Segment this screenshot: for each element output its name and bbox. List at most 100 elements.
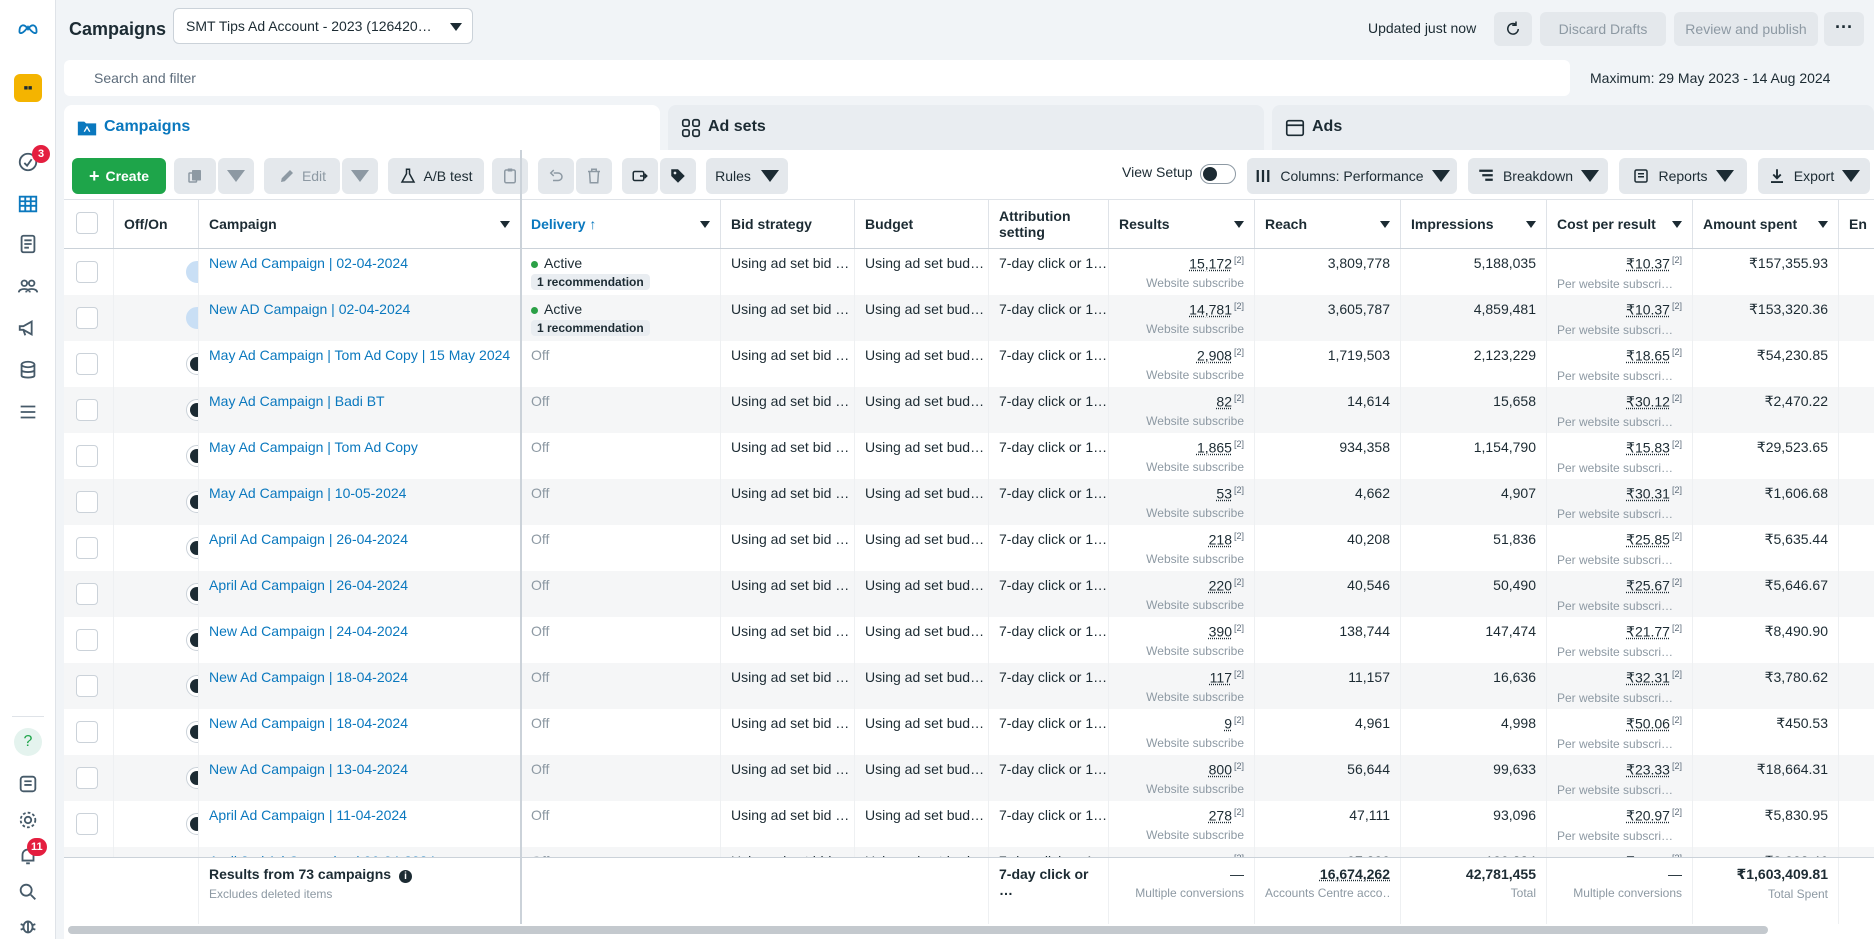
table-row[interactable]: April Ad Campaign | 11-04-2024 Off Using a… <box>64 801 1874 847</box>
table-row[interactable]: New AD Campaign | 02-04-2024 Active 1 reco… <box>64 295 1874 341</box>
results-value[interactable]: 218 <box>1209 532 1232 548</box>
cpr-value[interactable]: ₹50.06 <box>1626 716 1670 732</box>
cpr-value[interactable]: ₹10.37 <box>1626 302 1670 318</box>
pages-icon[interactable] <box>14 770 42 798</box>
campaign-toggle[interactable] <box>186 537 199 559</box>
info-icon[interactable]: i <box>399 870 412 883</box>
row-checkbox[interactable] <box>76 721 98 743</box>
campaign-toggle[interactable] <box>186 767 199 789</box>
cpr-value[interactable]: ₹15.83 <box>1626 440 1670 456</box>
results-value[interactable]: 9 <box>1224 716 1232 732</box>
cpr-value[interactable]: ₹30.12 <box>1626 394 1670 410</box>
results-value[interactable]: 800 <box>1209 762 1232 778</box>
campaign-name-link[interactable]: May Ad Campaign | Tom Ad Copy <box>209 439 418 455</box>
campaign-name-link[interactable]: April Ad Campaign | 11-04-2024 <box>209 807 407 823</box>
menu-icon[interactable] <box>14 398 42 426</box>
view-setup-toggle[interactable] <box>1200 164 1236 184</box>
delete-button[interactable] <box>576 158 612 194</box>
more-options-button[interactable]: ··· <box>1824 12 1864 46</box>
row-checkbox[interactable] <box>76 537 98 559</box>
discard-drafts-button[interactable]: Discard Drafts <box>1540 12 1666 46</box>
cpr-value[interactable]: ₹23.33 <box>1626 762 1670 778</box>
table-row[interactable]: New Ad Campaign | 18-04-2024 Off Using ad … <box>64 709 1874 755</box>
campaign-toggle[interactable] <box>186 399 199 421</box>
cpr-value[interactable]: ₹10.37 <box>1626 256 1670 272</box>
tab-ad-sets[interactable]: Ad sets <box>668 105 1264 151</box>
table-row[interactable]: New Ad Campaign | 18-04-2024 Off Using ad … <box>64 663 1874 709</box>
search-filter-input[interactable]: Search and filter <box>64 60 1570 96</box>
results-value[interactable]: 2,908 <box>1197 348 1232 364</box>
results-value[interactable]: 220 <box>1209 578 1232 594</box>
results-value[interactable]: 278 <box>1209 808 1232 824</box>
recommendation-chip[interactable]: 1 recommendation <box>531 274 650 290</box>
document-icon[interactable] <box>14 230 42 258</box>
campaign-name-link[interactable]: May Ad Campaign | 10-05-2024 <box>209 485 406 501</box>
row-checkbox[interactable] <box>76 767 98 789</box>
campaign-name-link[interactable]: New AD Campaign | 02-04-2024 <box>209 301 410 317</box>
cpr-value[interactable]: ₹25.67 <box>1626 578 1670 594</box>
campaign-toggle[interactable] <box>186 445 199 467</box>
table-row[interactable]: April Ad Campaign | 26-04-2024 Off Using a… <box>64 525 1874 571</box>
cpr-value[interactable]: ₹25.85 <box>1626 532 1670 548</box>
row-checkbox[interactable] <box>76 629 98 651</box>
campaign-toggle[interactable] <box>186 583 199 605</box>
horizontal-scrollbar[interactable] <box>68 926 1768 934</box>
table-row[interactable]: April Ad Campaign | 26-04-2024 Off Using a… <box>64 571 1874 617</box>
row-checkbox[interactable] <box>76 307 98 329</box>
duplicate-dropdown-button[interactable] <box>218 158 254 194</box>
settings-gear-icon[interactable] <box>14 806 42 834</box>
results-value[interactable]: 117 <box>1210 670 1232 686</box>
campaign-name-link[interactable]: April Ad Campaign | 26-04-2024 <box>209 577 408 593</box>
recommendation-chip[interactable]: 1 recommendation <box>531 320 650 336</box>
col-header-bid[interactable]: Bid strategy <box>721 200 855 248</box>
ads-manager-table-icon[interactable] <box>14 190 42 218</box>
col-header-amount-spent[interactable]: Amount spent <box>1693 200 1839 248</box>
campaign-name-link[interactable]: New Ad Campaign | 02-04-2024 <box>209 255 408 271</box>
results-value[interactable]: 1,865 <box>1197 440 1232 456</box>
table-row[interactable]: April 2nd Ad Campaign | 06-04-2024OffUsi… <box>64 847 1874 857</box>
campaign-toggle[interactable] <box>186 261 199 283</box>
campaign-name-link[interactable]: New Ad Campaign | 24-04-2024 <box>209 623 408 639</box>
edit-button[interactable]: Edit <box>264 158 340 194</box>
cpr-value[interactable]: ₹18.65 <box>1626 348 1670 364</box>
search-icon[interactable] <box>14 878 42 906</box>
duplicate-button[interactable] <box>174 158 216 194</box>
table-row[interactable]: May Ad Campaign | Badi BT Off Using ad set… <box>64 387 1874 433</box>
campaign-name-link[interactable]: New Ad Campaign | 18-04-2024 <box>209 715 408 731</box>
results-value[interactable]: 15,172 <box>1189 256 1232 272</box>
col-header-cost-per-result[interactable]: Cost per result <box>1547 200 1693 248</box>
megaphone-icon[interactable] <box>14 314 42 342</box>
col-header-impressions[interactable]: Impressions <box>1401 200 1547 248</box>
row-checkbox[interactable] <box>76 445 98 467</box>
row-checkbox[interactable] <box>76 583 98 605</box>
account-selector[interactable]: SMT Tips Ad Account - 2023 (126420… <box>173 8 473 44</box>
col-header-results[interactable]: Results <box>1109 200 1255 248</box>
database-icon[interactable] <box>14 356 42 384</box>
table-row[interactable]: New Ad Campaign | 24-04-2024 Off Using ad … <box>64 617 1874 663</box>
campaign-toggle[interactable] <box>186 491 199 513</box>
cpr-value[interactable]: ₹20.97 <box>1626 808 1670 824</box>
review-publish-button[interactable]: Review and publish <box>1674 12 1818 46</box>
campaign-name-link[interactable]: May Ad Campaign | Tom Ad Copy | 15 May 2… <box>209 347 510 363</box>
row-checkbox[interactable] <box>76 353 98 375</box>
table-row[interactable]: May Ad Campaign | Tom Ad Copy Off Using ad… <box>64 433 1874 479</box>
col-header-ends[interactable]: En <box>1839 200 1874 248</box>
row-checkbox[interactable] <box>76 813 98 835</box>
campaign-toggle[interactable] <box>186 675 199 697</box>
account-avatar[interactable]: ■■ <box>14 74 42 102</box>
row-checkbox[interactable] <box>76 261 98 283</box>
bug-report-icon[interactable] <box>14 912 42 939</box>
breakdown-button[interactable]: Breakdown <box>1468 158 1608 194</box>
col-header-onoff[interactable]: Off/On <box>114 200 199 248</box>
create-button[interactable]: + Create <box>72 158 166 194</box>
ab-test-button[interactable]: A/B test <box>388 158 484 194</box>
results-value[interactable]: 14,781 <box>1189 302 1232 318</box>
campaign-name-link[interactable]: New Ad Campaign | 13-04-2024 <box>209 761 408 777</box>
clipboard-button[interactable] <box>492 158 528 194</box>
table-row[interactable]: New Ad Campaign | 02-04-2024 Active 1 reco… <box>64 249 1874 295</box>
tab-campaigns[interactable]: Campaigns <box>64 105 660 151</box>
tab-ads[interactable]: Ads <box>1272 105 1874 151</box>
col-header-delivery[interactable]: Delivery ↑ <box>521 200 721 248</box>
tag-button[interactable] <box>660 158 696 194</box>
reports-button[interactable]: Reports <box>1619 158 1747 194</box>
